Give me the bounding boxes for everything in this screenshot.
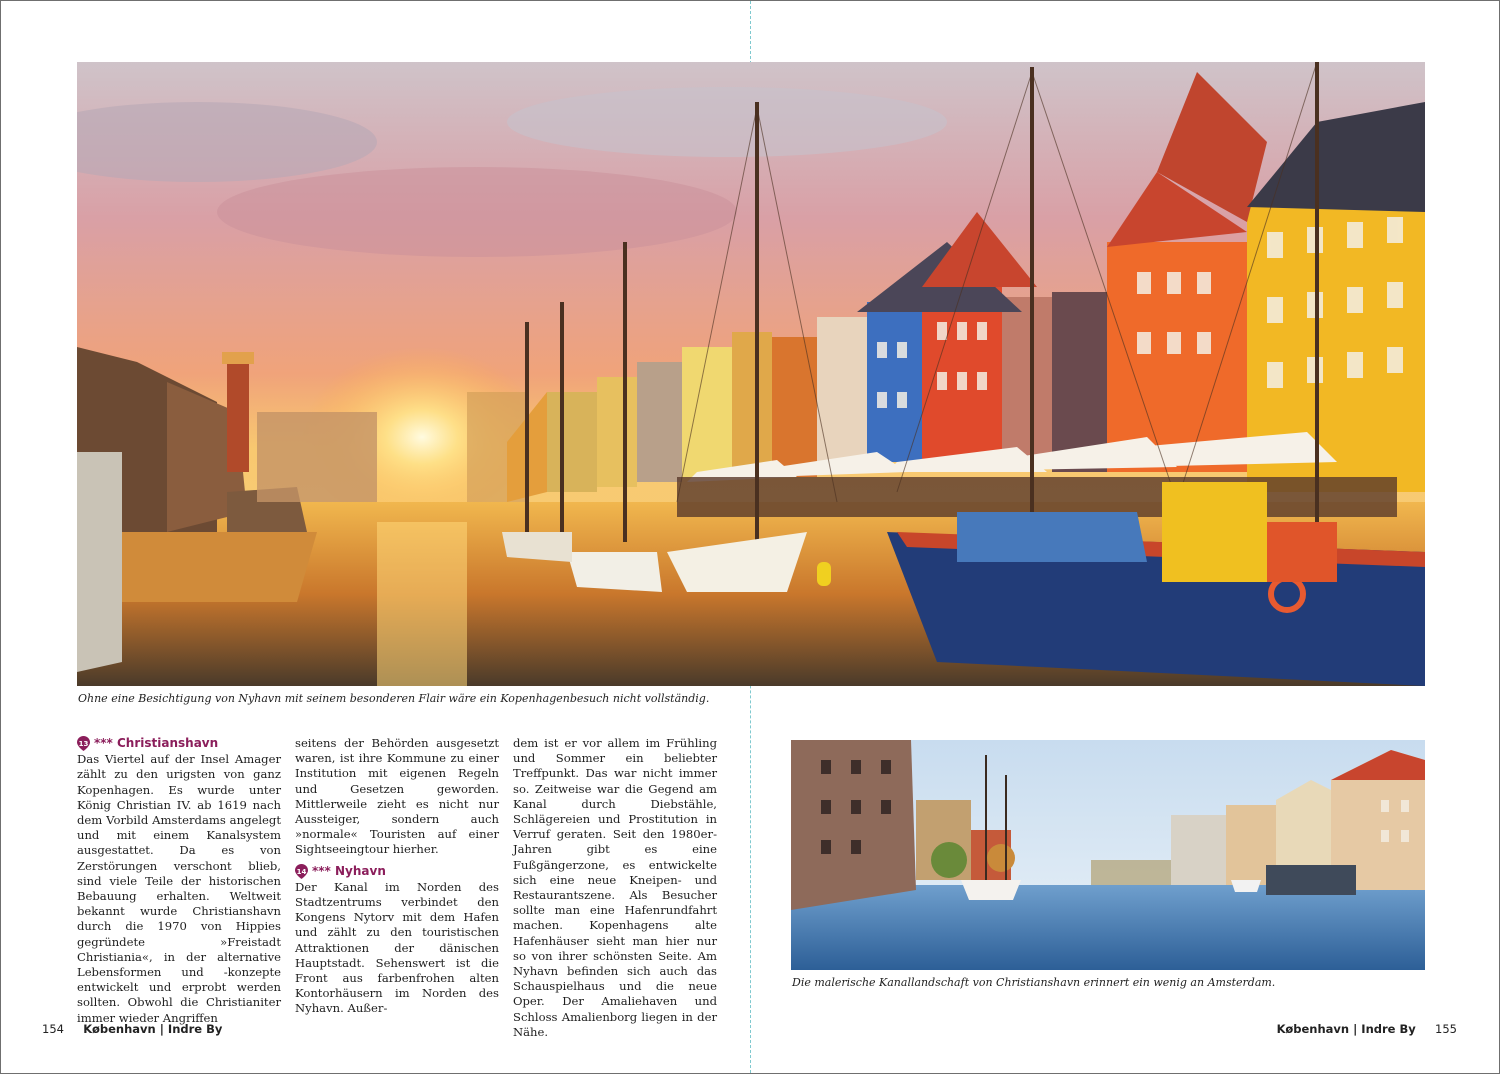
location-number: 13 <box>78 740 89 749</box>
location-pin-icon: 13 <box>77 736 90 752</box>
location-pin-icon: 14 <box>295 863 308 879</box>
christianshavn-body-cont: seitens der Behörden ausgesetzt waren, i… <box>295 736 499 857</box>
footer-left: 154 København | Indre By <box>42 1022 222 1036</box>
nyhavn-body: Der Kanal im Norden des Stadtzentrums ve… <box>295 879 499 1016</box>
section-title: *** Christianshavn <box>94 736 219 750</box>
nyhavn-heading: 14 *** Nyhavn <box>295 864 499 879</box>
nyhavn-body-cont: dem ist er vor allem im Frühling und Som… <box>513 736 717 1039</box>
christianshavn-heading: 13 *** Christianshavn <box>77 736 281 752</box>
page-number: 154 <box>42 1022 64 1036</box>
magazine-spread: Ohne eine Besichtigung von Nyhavn mit se… <box>0 0 1500 1074</box>
footer-right: København | Indre By 155 <box>1277 1022 1457 1036</box>
text-column-2: seitens der Behörden ausgesetzt waren, i… <box>295 736 499 1017</box>
running-title: København | Indre By <box>1276 1022 1416 1036</box>
christianshavn-photo <box>791 740 1425 970</box>
christianshavn-body: Das Viertel auf der Insel Amager zählt z… <box>77 752 281 1025</box>
text-column-1: 13 *** Christianshavn Das Viertel auf de… <box>77 736 281 1026</box>
nyhavn-photo <box>77 62 1425 686</box>
small-photo-caption: Die malerische Kanallandschaft von Chris… <box>792 976 1276 989</box>
running-title: København | Indre By <box>83 1022 223 1036</box>
text-column-3: dem ist er vor allem im Frühling und Som… <box>513 736 717 1040</box>
main-photo-caption: Ohne eine Besichtigung von Nyhavn mit se… <box>78 692 710 705</box>
page-number: 155 <box>1435 1022 1457 1036</box>
location-number: 14 <box>296 867 307 876</box>
section-title: *** Nyhavn <box>312 863 386 878</box>
